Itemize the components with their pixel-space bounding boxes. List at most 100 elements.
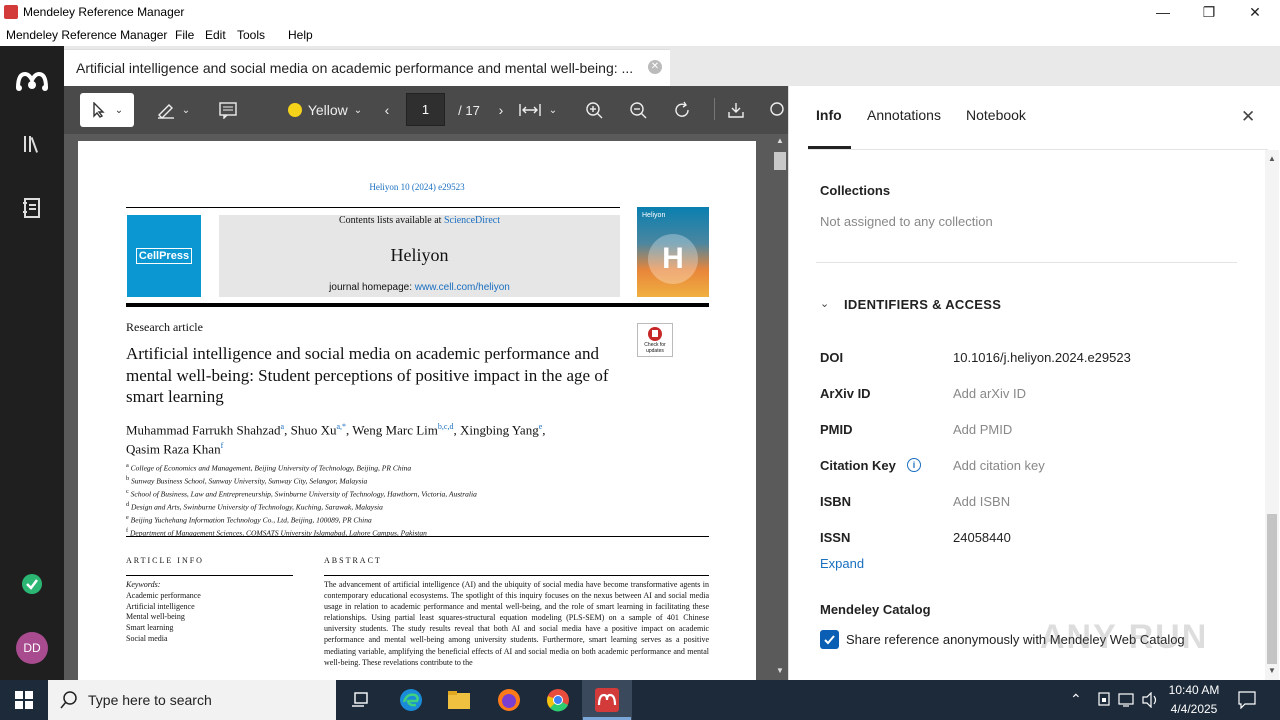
- firefox-icon[interactable]: [495, 686, 523, 714]
- library-icon[interactable]: [14, 126, 50, 162]
- app-icon: [4, 5, 18, 19]
- search-pdf-button[interactable]: [766, 93, 786, 127]
- next-page-button[interactable]: ›: [492, 93, 510, 127]
- highlight-color-select[interactable]: Yellow ⌄: [284, 93, 366, 127]
- rotate-icon: [675, 101, 689, 117]
- edge-icon[interactable]: [397, 686, 425, 714]
- author-name: , Weng Marc Lim: [346, 422, 438, 438]
- menu-tools[interactable]: Tools: [237, 28, 265, 42]
- menu-edit[interactable]: Edit: [205, 28, 226, 42]
- pmid-field[interactable]: Add PMID: [953, 422, 1012, 437]
- previous-page-button[interactable]: ‹: [378, 93, 396, 127]
- chevron-down-icon: ⌄: [353, 104, 363, 116]
- author-name: Muhammad Farrukh Shahzad: [126, 422, 281, 438]
- close-panel-icon[interactable]: ✕: [1241, 107, 1255, 127]
- issn-field[interactable]: 24058440: [953, 530, 1011, 545]
- sciencedirect-link[interactable]: ScienceDirect: [444, 215, 500, 226]
- keyword: Smart learning: [126, 623, 174, 633]
- isbn-field[interactable]: Add ISBN: [953, 494, 1010, 509]
- comment-tool-button[interactable]: [212, 93, 244, 127]
- start-button[interactable]: [10, 686, 38, 714]
- chevron-right-icon: ›: [498, 102, 504, 118]
- sync-status-icon[interactable]: [14, 566, 50, 602]
- scroll-up-icon[interactable]: ▲: [1268, 154, 1276, 163]
- network-device-icon[interactable]: [1096, 692, 1112, 713]
- mendeley-taskbar-icon[interactable]: [593, 686, 621, 714]
- highlight-tool-button[interactable]: ⌄: [150, 93, 196, 127]
- page-number-input[interactable]: 1: [406, 93, 445, 126]
- clock-date[interactable]: 4/4/2025: [1166, 702, 1222, 716]
- chevron-down-icon[interactable]: ⌄: [820, 297, 829, 310]
- chevron-up-icon[interactable]: ⌃: [1070, 691, 1082, 708]
- collections-heading: Collections: [820, 183, 891, 198]
- pdf-scrollbar[interactable]: ▲ ▼: [772, 134, 788, 680]
- close-tab-icon[interactable]: ✕: [648, 60, 662, 74]
- journal-cover: Heliyon H: [637, 207, 709, 297]
- taskbar-search[interactable]: Type here to search: [48, 680, 336, 720]
- volume-icon[interactable]: [1142, 691, 1160, 713]
- avatar[interactable]: DD: [16, 632, 48, 664]
- download-icon: [728, 103, 744, 118]
- affiliation-marker[interactable]: b,c,d: [438, 422, 454, 431]
- panel-scrollbar-thumb[interactable]: [1267, 514, 1277, 664]
- cover-letter: H: [648, 234, 698, 284]
- scroll-down-icon[interactable]: ▼: [776, 666, 784, 675]
- restore-button[interactable]: ❐: [1186, 0, 1232, 24]
- zoom-out-icon: [630, 102, 647, 119]
- fit-width-button[interactable]: ⌄: [514, 93, 562, 127]
- download-button[interactable]: [722, 93, 750, 127]
- mendeley-logo-icon[interactable]: [14, 62, 50, 98]
- tab-info[interactable]: Info: [816, 107, 842, 123]
- menu-file[interactable]: File: [175, 28, 194, 42]
- chrome-icon[interactable]: [544, 686, 572, 714]
- minimize-button[interactable]: —: [1140, 0, 1186, 24]
- journal-banner: Contents lists available at ScienceDirec…: [219, 215, 620, 297]
- task-view-icon[interactable]: [346, 686, 374, 714]
- select-tool-button[interactable]: ⌄: [80, 93, 134, 127]
- tab-notebook[interactable]: Notebook: [966, 107, 1026, 123]
- abstract-heading: ABSTRACT: [324, 556, 382, 565]
- menu-app[interactable]: Mendeley Reference Manager: [6, 28, 167, 42]
- tab-annotations[interactable]: Annotations: [867, 107, 941, 123]
- clock-time[interactable]: 10:40 AM: [1166, 683, 1222, 697]
- arxiv-field[interactable]: Add arXiv ID: [953, 386, 1026, 401]
- author-name: Qasim Raza Khan: [126, 441, 221, 457]
- menu-help[interactable]: Help: [288, 28, 313, 42]
- notification-icon[interactable]: [1238, 691, 1256, 714]
- homepage-link[interactable]: www.cell.com/heliyon: [415, 282, 510, 293]
- rotate-button[interactable]: [668, 93, 696, 127]
- journal-name: Heliyon: [390, 245, 449, 265]
- identifiers-heading[interactable]: IDENTIFIERS & ACCESS: [844, 297, 1001, 312]
- affiliation-item: f Department of Management Sciences, COM…: [126, 527, 427, 538]
- title-bar: Mendeley Reference Manager — ❐ ✕: [0, 0, 1280, 24]
- section-rule: [126, 536, 709, 537]
- document-tab[interactable]: Artificial intelligence and social media…: [64, 49, 670, 86]
- info-icon[interactable]: i: [907, 458, 921, 472]
- search-icon: [770, 102, 784, 116]
- contents-line: Contents lists available at ScienceDirec…: [219, 215, 620, 226]
- zoom-in-button[interactable]: [580, 93, 608, 127]
- check-for-updates-badge[interactable]: Check for updates: [637, 323, 673, 357]
- close-window-button[interactable]: ✕: [1232, 0, 1278, 24]
- panel-scrollbar[interactable]: ▲ ▼: [1265, 150, 1279, 680]
- catalog-checkbox[interactable]: [820, 630, 839, 649]
- keyword: Social media: [126, 633, 168, 643]
- scroll-down-icon[interactable]: ▼: [1268, 666, 1276, 675]
- affiliation-marker[interactable]: a,*: [336, 422, 346, 431]
- zoom-out-button[interactable]: [624, 93, 652, 127]
- network-icon[interactable]: [1118, 692, 1136, 713]
- affiliation-marker[interactable]: f: [221, 441, 224, 450]
- doi-field[interactable]: 10.1016/j.heliyon.2024.e29523: [953, 350, 1131, 365]
- scroll-up-icon[interactable]: ▲: [776, 136, 784, 145]
- contents-prefix: Contents lists available at: [338, 215, 444, 226]
- pdf-scrollbar-thumb[interactable]: [774, 152, 786, 170]
- file-explorer-icon[interactable]: [445, 686, 473, 714]
- keyword: Artificial intelligence: [126, 601, 195, 611]
- chevron-left-icon: ‹: [384, 102, 390, 118]
- expand-link[interactable]: Expand: [820, 556, 864, 571]
- issn-label: ISSN: [820, 530, 851, 545]
- citation-key-field[interactable]: Add citation key: [953, 458, 1045, 473]
- document-tab-title: Artificial intelligence and social media…: [76, 60, 634, 76]
- notebook-icon[interactable]: [14, 190, 50, 226]
- collections-value: Not assigned to any collection: [820, 214, 993, 229]
